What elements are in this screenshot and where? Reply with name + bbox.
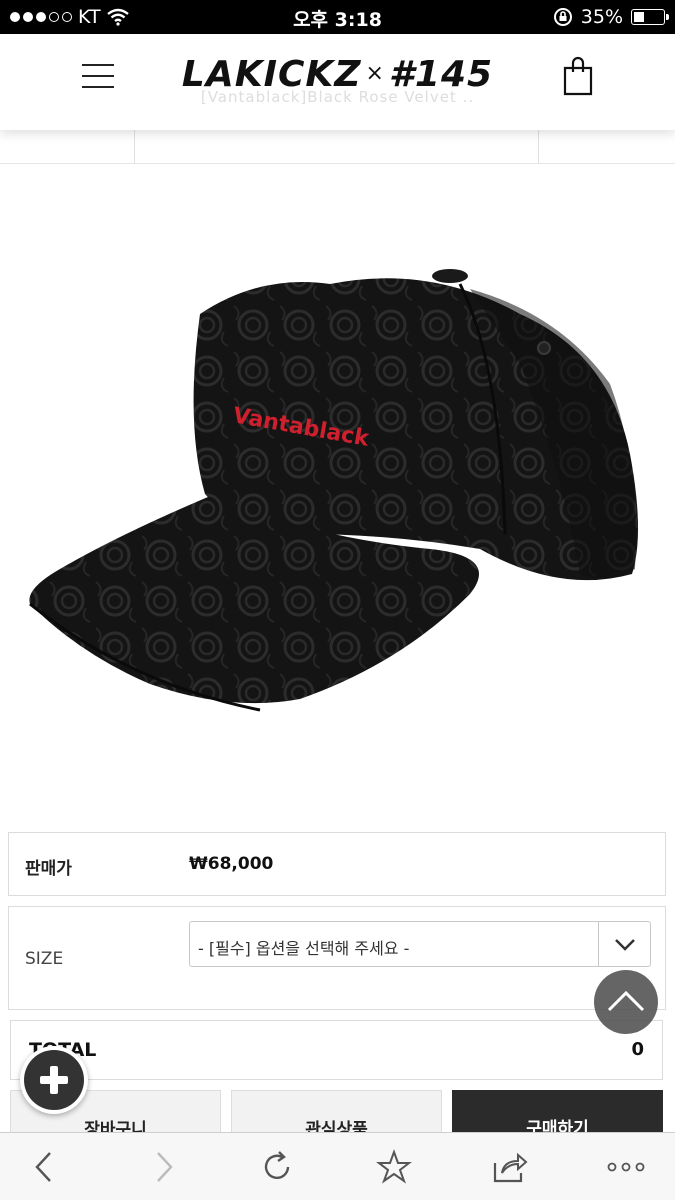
cart-icon[interactable] [563,56,593,96]
status-right: 35% [553,6,669,28]
price-row: 판매가 ₩68,000 [8,832,666,896]
size-select-button[interactable] [598,922,650,966]
site-header: [Vantablack]Black Rose Velvet .. LAKICKZ… [0,34,675,130]
reload-icon[interactable] [260,1149,296,1185]
size-select[interactable]: - [필수] 옵션을 선택해 주세요 - [189,921,651,967]
price-label: 판매가 [25,859,72,879]
price-value: ₩68,000 [189,854,274,874]
battery-percent: 35% [580,6,623,28]
size-label: SIZE [25,949,64,969]
forward-icon[interactable] [146,1149,182,1185]
brand-collab: #145 [388,54,494,95]
brand-separator: × [365,61,385,86]
more-icon[interactable] [606,1149,646,1185]
arrow-up-icon [607,990,645,1012]
plus-icon [40,1066,68,1094]
total-value: 0 [631,1039,644,1060]
size-select-value: - [필수] 옵션을 선택해 주세요 - [198,939,410,958]
battery-icon [631,9,669,25]
product-image: Vantablack [29,269,639,712]
back-icon[interactable] [26,1149,62,1185]
quick-menu-button[interactable] [20,1046,88,1114]
brand-name: LAKICKZ [181,54,362,95]
status-bar: KT 오후 3:18 35% [0,0,675,34]
scroll-top-button[interactable] [594,970,658,1034]
star-icon[interactable] [376,1149,412,1185]
chevron-down-icon [615,939,635,951]
share-icon[interactable] [492,1149,528,1185]
size-row: SIZE - [필수] 옵션을 선택해 주세요 - [8,906,666,1010]
browser-toolbar [0,1132,675,1200]
total-row: TOTAL 0 [10,1020,663,1080]
tab-strip [0,130,675,164]
rotation-lock-icon [553,8,572,26]
